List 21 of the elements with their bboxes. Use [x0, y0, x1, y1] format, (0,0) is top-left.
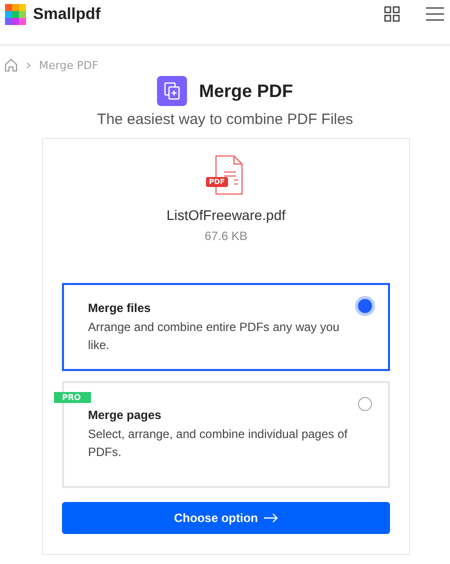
radio-button[interactable]	[358, 299, 372, 313]
chevron-icon	[26, 62, 31, 68]
option-card[interactable]: Merge files Arrange and combine entire PDFs any way you like.	[62, 283, 390, 371]
menu-icon[interactable]	[426, 7, 444, 21]
file-name: ListOfFreeware.pdf	[166, 207, 286, 223]
pro-badge: PRO	[54, 392, 91, 403]
choose-option-button[interactable]: Choose option	[62, 502, 390, 534]
option-title: Merge pages	[88, 408, 162, 422]
arrow-right-icon	[264, 513, 278, 523]
option-title: Merge files	[88, 300, 152, 314]
radio-button[interactable]	[358, 397, 372, 411]
home-icon[interactable]	[4, 58, 18, 72]
file-size: 67.6 KB	[204, 229, 248, 243]
apps-icon[interactable]	[384, 6, 400, 22]
logo-icon	[5, 4, 26, 25]
option-description: Arrange and combine entire PDFs any way you like.	[88, 318, 340, 354]
page-title: Merge PDF	[198, 80, 294, 102]
option-description: Select, arrange, and combine individual pages of PDFs.	[88, 426, 348, 461]
brand-name: Smallpdf	[33, 6, 101, 24]
page-subtitle: The easiest way to combine PDF Files	[96, 111, 354, 128]
merge-icon	[156, 76, 187, 106]
